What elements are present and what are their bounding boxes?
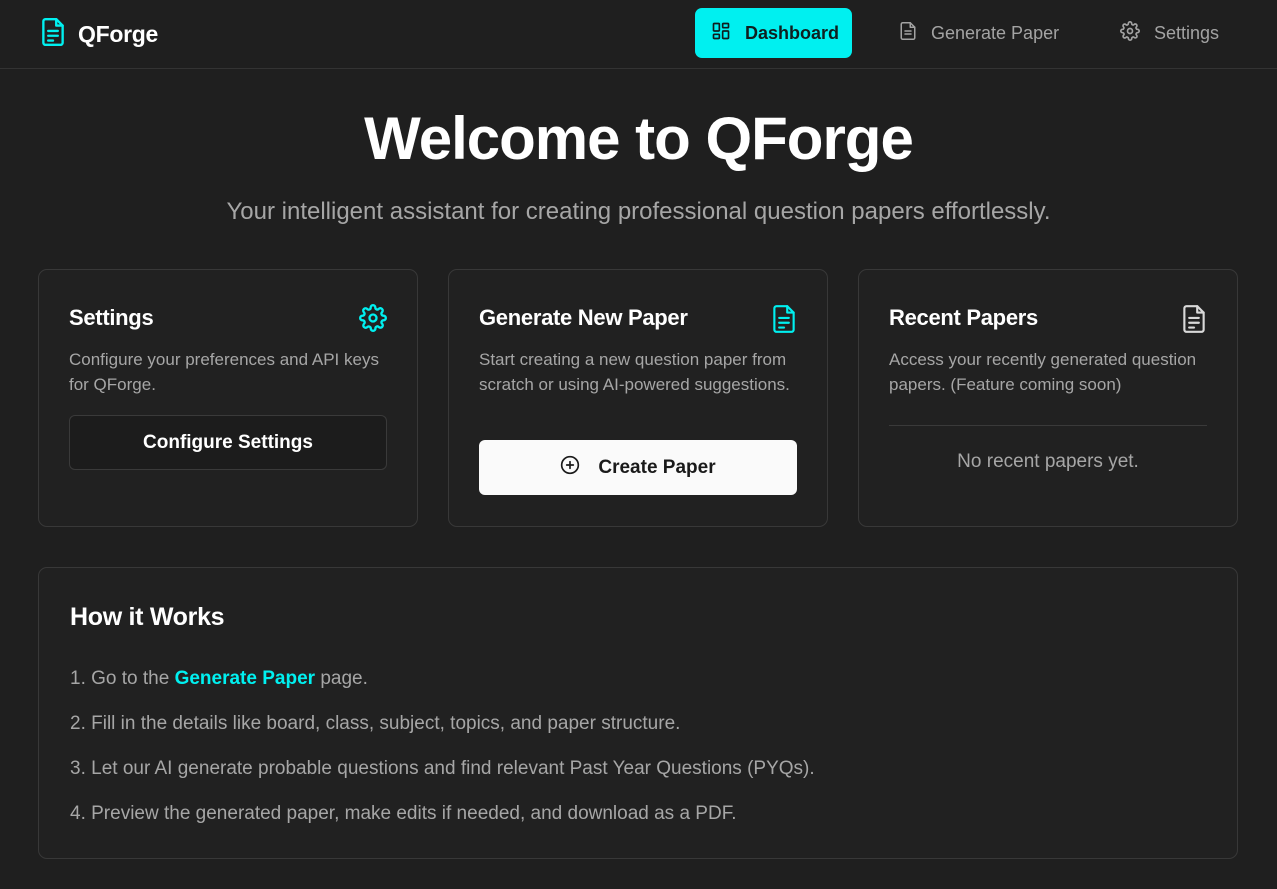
generate-card-title: Generate New Paper xyxy=(479,305,688,330)
generate-card-description: Start creating a new question paper from… xyxy=(479,350,790,394)
file-text-icon xyxy=(771,304,797,339)
recent-card-description: Access your recently generated question … xyxy=(889,350,1197,394)
recent-papers-empty-text: No recent papers yet. xyxy=(957,451,1139,472)
plus-circle-icon xyxy=(560,455,580,481)
how-it-works-title: How it Works xyxy=(70,603,225,631)
generate-paper-link[interactable]: Generate Paper xyxy=(175,668,315,689)
recent-card-title: Recent Papers xyxy=(889,305,1038,330)
how-step-2: 2. Fill in the details like board, class… xyxy=(70,713,681,734)
top-nav-bar: QForge Dashboard Generate Paper Settings xyxy=(0,0,1277,69)
recent-papers-card: Recent Papers Access your recently gener… xyxy=(858,269,1238,527)
layout-dashboard-icon xyxy=(711,21,731,46)
brand[interactable]: QForge xyxy=(40,17,158,52)
nav-dashboard[interactable]: Dashboard xyxy=(695,8,852,58)
nav-dashboard-label: Dashboard xyxy=(745,22,840,43)
how-it-works-section: How it Works 1. Go to the Generate Paper… xyxy=(38,567,1238,859)
gear-icon xyxy=(1120,20,1140,46)
how-step-1-suffix: page. xyxy=(315,668,368,689)
how-step-3: 3. Let our AI generate probable question… xyxy=(70,758,815,779)
page-title: Welcome to QForge xyxy=(364,105,914,172)
how-step-4: 4. Preview the generated paper, make edi… xyxy=(70,803,737,824)
configure-settings-button[interactable]: Configure Settings xyxy=(69,415,387,470)
settings-card-description: Configure your preferences and API keys … xyxy=(69,350,379,394)
nav-generate-paper[interactable]: Generate Paper xyxy=(883,8,1079,58)
nav-settings-label: Settings xyxy=(1154,22,1220,43)
create-paper-button[interactable]: Create Paper xyxy=(479,440,797,495)
page-subtitle: Your intelligent assistant for creating … xyxy=(226,198,1051,225)
settings-card: Settings Configure your preferences and … xyxy=(38,269,418,527)
create-paper-label: Create Paper xyxy=(598,456,716,478)
settings-card-title: Settings xyxy=(69,305,154,330)
file-text-icon xyxy=(1181,304,1207,339)
how-step-1: 1. Go to the Generate Paper page. xyxy=(70,668,368,690)
recent-card-divider xyxy=(889,425,1207,426)
generate-paper-card: Generate New Paper Start creating a new … xyxy=(448,269,828,527)
gear-icon xyxy=(359,304,387,337)
brand-name: QForge xyxy=(78,21,158,47)
file-text-icon xyxy=(40,17,66,52)
nav-generate-paper-label: Generate Paper xyxy=(931,22,1060,43)
file-text-icon xyxy=(899,21,917,46)
how-step-1-prefix: 1. Go to the xyxy=(70,668,175,689)
nav-settings[interactable]: Settings xyxy=(1104,8,1244,58)
